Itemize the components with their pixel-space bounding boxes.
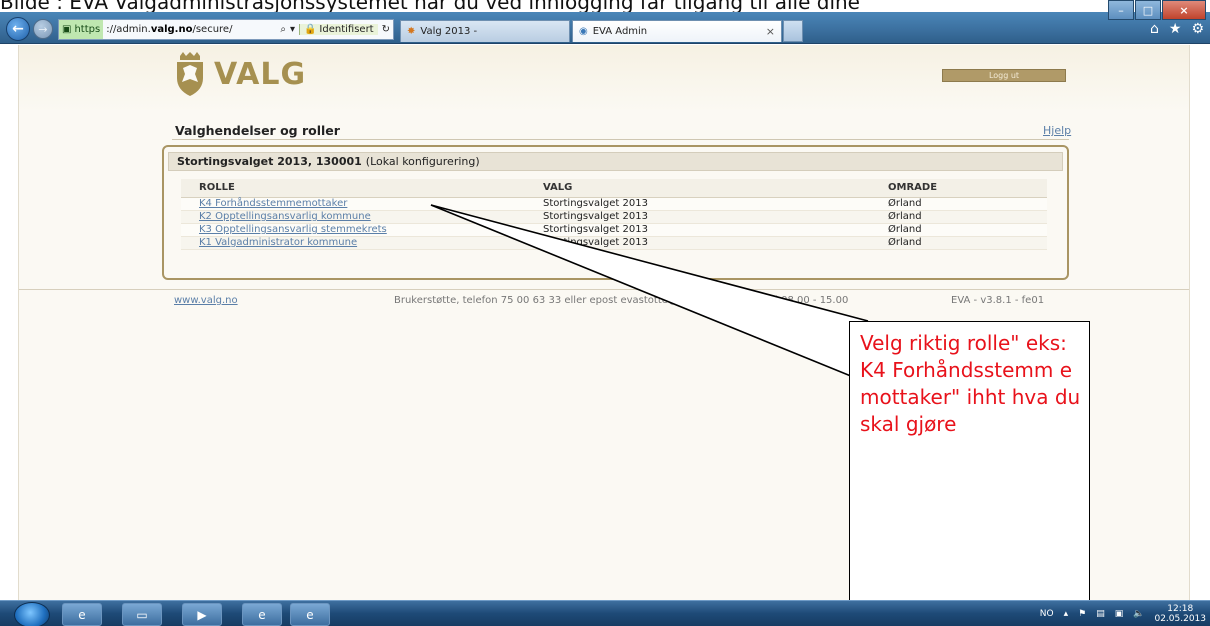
speaker-icon[interactable]: 🔈 — [1133, 609, 1144, 619]
instruction-callout: Velg riktig rolle" eks: K4 Forhåndsstemm… — [849, 321, 1090, 611]
ie-taskbar-icon[interactable]: e — [62, 603, 102, 626]
network-icon[interactable]: ▤ — [1096, 609, 1105, 619]
system-tray: NO ▴ ⚑ ▤ ▣ 🔈 12:18 02.05.2013 — [1040, 601, 1206, 626]
start-button[interactable] — [14, 602, 50, 626]
media-player-taskbar-icon[interactable]: ▶ — [182, 603, 222, 626]
language-indicator[interactable]: NO — [1040, 609, 1054, 619]
ie-window-taskbar-icon[interactable]: e — [242, 603, 282, 626]
folder-taskbar-icon[interactable]: ▭ — [122, 603, 162, 626]
tray-arrow-icon[interactable]: ▴ — [1064, 609, 1069, 619]
callout-text: Velg riktig rolle" eks: K4 Forhåndsstemm… — [860, 331, 1081, 436]
monitor-icon[interactable]: ▣ — [1115, 609, 1124, 619]
flag-icon[interactable]: ⚑ — [1078, 609, 1086, 619]
windows-taskbar: e ▭ ▶ e e NO ▴ ⚑ ▤ ▣ 🔈 12:18 02.05.2013 — [0, 600, 1210, 626]
clock[interactable]: 12:18 02.05.2013 — [1154, 604, 1206, 624]
ie-window2-taskbar-icon[interactable]: e — [290, 603, 330, 626]
